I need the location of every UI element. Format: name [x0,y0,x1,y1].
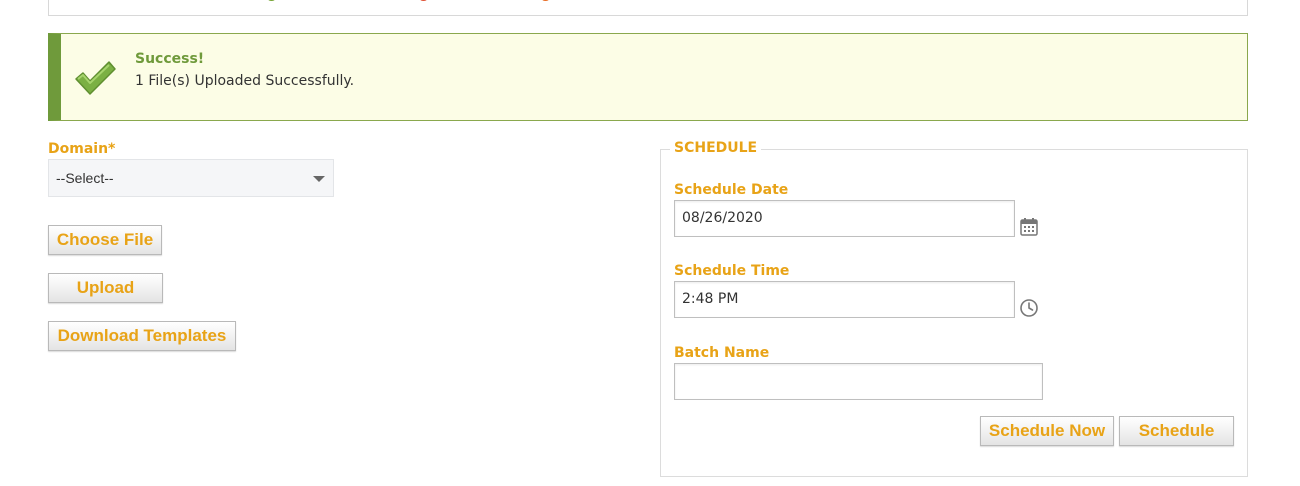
clock-icon[interactable] [1019,298,1039,318]
upload-button[interactable]: Upload [48,273,163,303]
schedule-now-button[interactable]: Schedule Now [980,416,1114,446]
alert-title: Success! [135,51,205,67]
schedule-time-label: Schedule Time [674,263,790,279]
schedule-time-input[interactable]: 2:48 PM [674,281,1015,318]
top-fragment-orange [541,0,550,1]
schedule-button[interactable]: Schedule [1119,416,1234,446]
top-fragment-green [267,0,276,1]
check-icon [75,61,116,95]
batch-name-label: Batch Name [674,345,770,361]
calendar-icon[interactable] [1019,217,1039,237]
top-fragment-red [419,0,428,1]
download-templates-button[interactable]: Download Templates [48,321,236,351]
chevron-down-icon [313,176,325,182]
choose-file-button[interactable]: Choose File [48,225,162,255]
domain-select-value: --Select-- [56,170,114,186]
domain-select[interactable]: --Select-- [48,159,334,197]
top-panel [48,0,1248,16]
schedule-date-label: Schedule Date [674,182,789,198]
schedule-date-input[interactable]: 08/26/2020 [674,200,1015,237]
alert-message: 1 File(s) Uploaded Successfully. [135,73,355,89]
batch-name-input[interactable] [674,363,1043,400]
success-alert: Success! 1 File(s) Uploaded Successfully… [48,33,1248,121]
schedule-legend: SCHEDULE [670,140,762,156]
domain-label: Domain* [48,141,116,157]
